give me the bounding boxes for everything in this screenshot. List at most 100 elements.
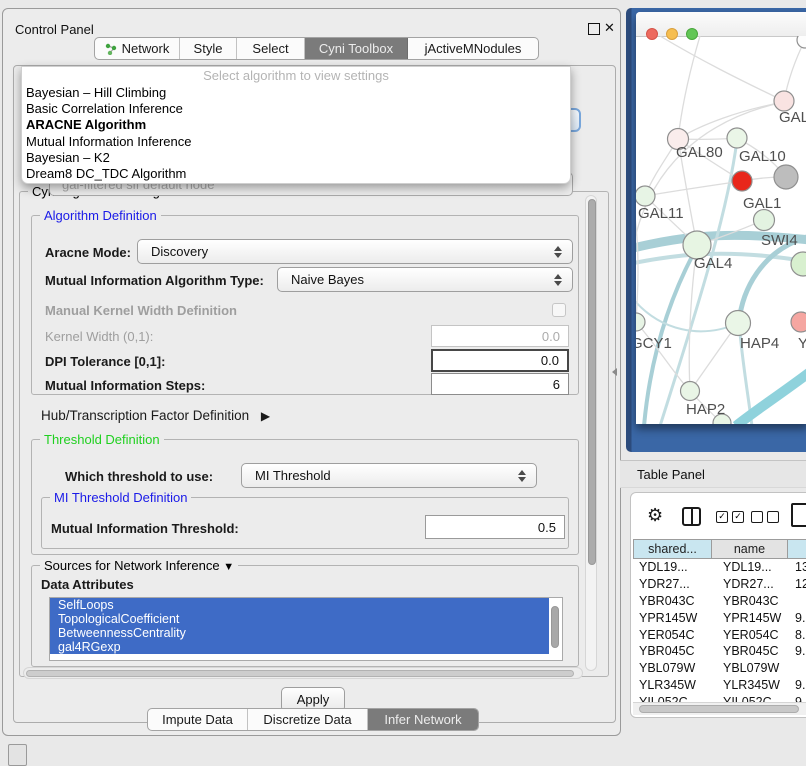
scrollbar-thumb[interactable] [588,199,596,565]
column-header-name[interactable]: name [711,539,787,559]
network-node-y[interactable] [791,312,806,332]
settings-horizontal-scrollbar[interactable] [23,667,583,679]
mi-type-combo[interactable]: Naive Bayes [277,267,573,292]
tab-label: Cyni Toolbox [319,41,393,56]
table-row[interactable]: YBR043CYBR043C [633,593,806,610]
which-threshold-value: MI Threshold [255,468,331,483]
network-node-hap2[interactable] [681,382,700,401]
algorithm-option-basic-correlation-inference[interactable]: Basic Correlation Inference [26,100,183,117]
network-node-unlabeled[interactable] [791,252,806,276]
table-row[interactable]: YBR045CYBR045C9. [633,643,806,660]
columns-icon[interactable] [682,507,701,526]
tab-network[interactable]: Network [95,38,180,59]
export-table-icon[interactable] [791,503,806,527]
network-edge [660,140,737,424]
node-label-gal10: GAL10 [739,148,786,165]
collapse-down-icon[interactable]: ▼ [223,561,234,573]
attribute-item-topologicalcoefficient[interactable]: TopologicalCoefficient [50,612,549,626]
column-header-item[interactable] [787,539,806,559]
network-canvas[interactable]: GAL7GAL80GAL10GAL1GAL11SWI4GAL4GCY1HAP4Y… [636,36,806,424]
splitter-collapse-icon[interactable] [612,368,617,376]
network-node-unlabeled[interactable] [797,36,806,48]
dpi-tolerance-field[interactable]: 0.0 [431,349,569,372]
sources-title-text: Sources for Network Inference [44,558,220,573]
sources-title: Sources for Network Inference ▼ [40,558,238,573]
node-label-gal11: GAL11 [638,205,684,222]
float-window-icon[interactable] [588,23,600,35]
aracne-mode-value: Discovery [151,244,208,259]
scrollbar-thumb[interactable] [26,670,574,677]
table-body: YDL19...YDL19...13YDR27...YDR27...12YBR0… [633,559,806,703]
which-threshold-combo[interactable]: MI Threshold [241,463,537,488]
algorithm-option-aracne-algorithm[interactable]: ARACNE Algorithm [26,117,146,134]
combo-spinner-icon [554,246,563,258]
table-row[interactable]: YER054CYER054C8. [633,626,806,643]
mi-threshold-title: MI Threshold Definition [50,490,191,505]
settings-vertical-scrollbar[interactable] [585,195,597,671]
bottom-tab-infer-network[interactable]: Infer Network [368,709,478,730]
network-node-gal7[interactable] [774,91,794,111]
table-row[interactable]: YLR345WYLR345W9. [633,677,806,694]
hub-definition-label: Hub/Transcription Factor Definition [41,408,249,423]
table-horizontal-scrollbar[interactable] [633,702,806,715]
kernel-width-label: Kernel Width (0,1): [45,329,153,344]
table-panel-header: Table Panel [620,460,806,488]
collapsed-panel-icon[interactable] [8,744,27,766]
cell: YLR345W [633,678,711,692]
network-node-gal10[interactable] [727,128,747,148]
table-row[interactable]: YBL079WYBL079W [633,660,806,677]
cell: YDR27... [711,577,787,591]
tab-label: Select [252,41,288,56]
table-row[interactable]: YPR145WYPR145W9. [633,609,806,626]
network-node-unlabeled[interactable] [774,165,798,189]
close-icon[interactable]: ✕ [604,20,615,36]
bottom-tab-impute-data[interactable]: Impute Data [148,709,248,730]
data-attributes-list[interactable]: SelfLoopsTopologicalCoefficientBetweenne… [49,597,563,661]
network-edge [636,300,739,331]
table-row[interactable]: YDR27...YDR27...12 [633,576,806,593]
mi-steps-field[interactable]: 6 [431,373,569,395]
cell: YPR145W [711,611,787,625]
column-header-shared[interactable]: shared... [633,539,711,559]
cell: YER054C [711,628,787,642]
show-checked-columns-icon[interactable]: ✓ ✓ [716,511,744,523]
mi-type-value: Naive Bayes [291,272,364,287]
manual-kernel-checkbox[interactable] [552,303,566,317]
algorithm-option-bayesian-hill-climbing[interactable]: Bayesian – Hill Climbing [26,84,166,101]
attribute-item-gal4rgexp[interactable]: gal4RGexp [50,640,549,654]
hub-definition-toggle[interactable]: Hub/Transcription Factor Definition ▶ [41,408,270,423]
algorithm-dropdown-menu: Select algorithm to view settings Bayesi… [21,66,571,184]
algorithm-option-dream8-dc-tdc-algorithm[interactable]: Dream8 DC_TDC Algorithm [26,166,186,183]
network-node-hap4[interactable] [726,311,751,336]
control-panel-window: Control Panel ✕ NetworkStyleSelectCyni T… [2,8,621,736]
table-row[interactable]: YDL19...YDL19...13 [633,559,806,576]
kernel-width-field[interactable]: 0.0 [431,325,569,347]
attribute-item-betweennesscentrality[interactable]: BetweennessCentrality [50,626,549,640]
list-scrollbar-thumb[interactable] [551,606,559,648]
mi-threshold-field[interactable]: 0.5 [425,515,565,539]
tab-jactivemnodules[interactable]: jActiveMNodules [408,38,538,59]
network-node-gal1[interactable] [732,171,752,191]
algorithm-option-mutual-information-inference[interactable]: Mutual Information Inference [26,133,191,150]
tab-cyni-toolbox[interactable]: Cyni Toolbox [305,38,408,59]
tab-label: Impute Data [162,712,233,727]
tab-label: jActiveMNodules [425,41,522,56]
tab-style[interactable]: Style [180,38,237,59]
algorithm-option-bayesian-k2[interactable]: Bayesian – K2 [26,149,110,166]
bottom-tab-discretize-data[interactable]: Discretize Data [248,709,368,730]
attribute-item-selfloops[interactable]: SelfLoops [50,598,549,612]
network-node-gal11[interactable] [636,186,655,206]
hide-columns-icon[interactable] [751,511,779,523]
mi-type-label: Mutual Information Algorithm Type: [45,273,264,288]
node-label-gal80: GAL80 [676,144,723,161]
cell: YDR27... [633,577,711,591]
tab-select[interactable]: Select [237,38,305,59]
gear-icon[interactable]: ⚙ [647,505,663,526]
cell: YDL19... [633,560,711,574]
network-node-swi4[interactable] [754,210,775,231]
aracne-mode-combo[interactable]: Discovery [137,239,573,264]
scrollbar-thumb[interactable] [639,705,799,713]
table-panel: ⚙ ✓ ✓ shared...name YDL19...YDL19...13YD… [630,492,806,718]
network-node-gcy1[interactable] [636,313,645,331]
network-window-titlebar[interactable] [636,12,806,37]
